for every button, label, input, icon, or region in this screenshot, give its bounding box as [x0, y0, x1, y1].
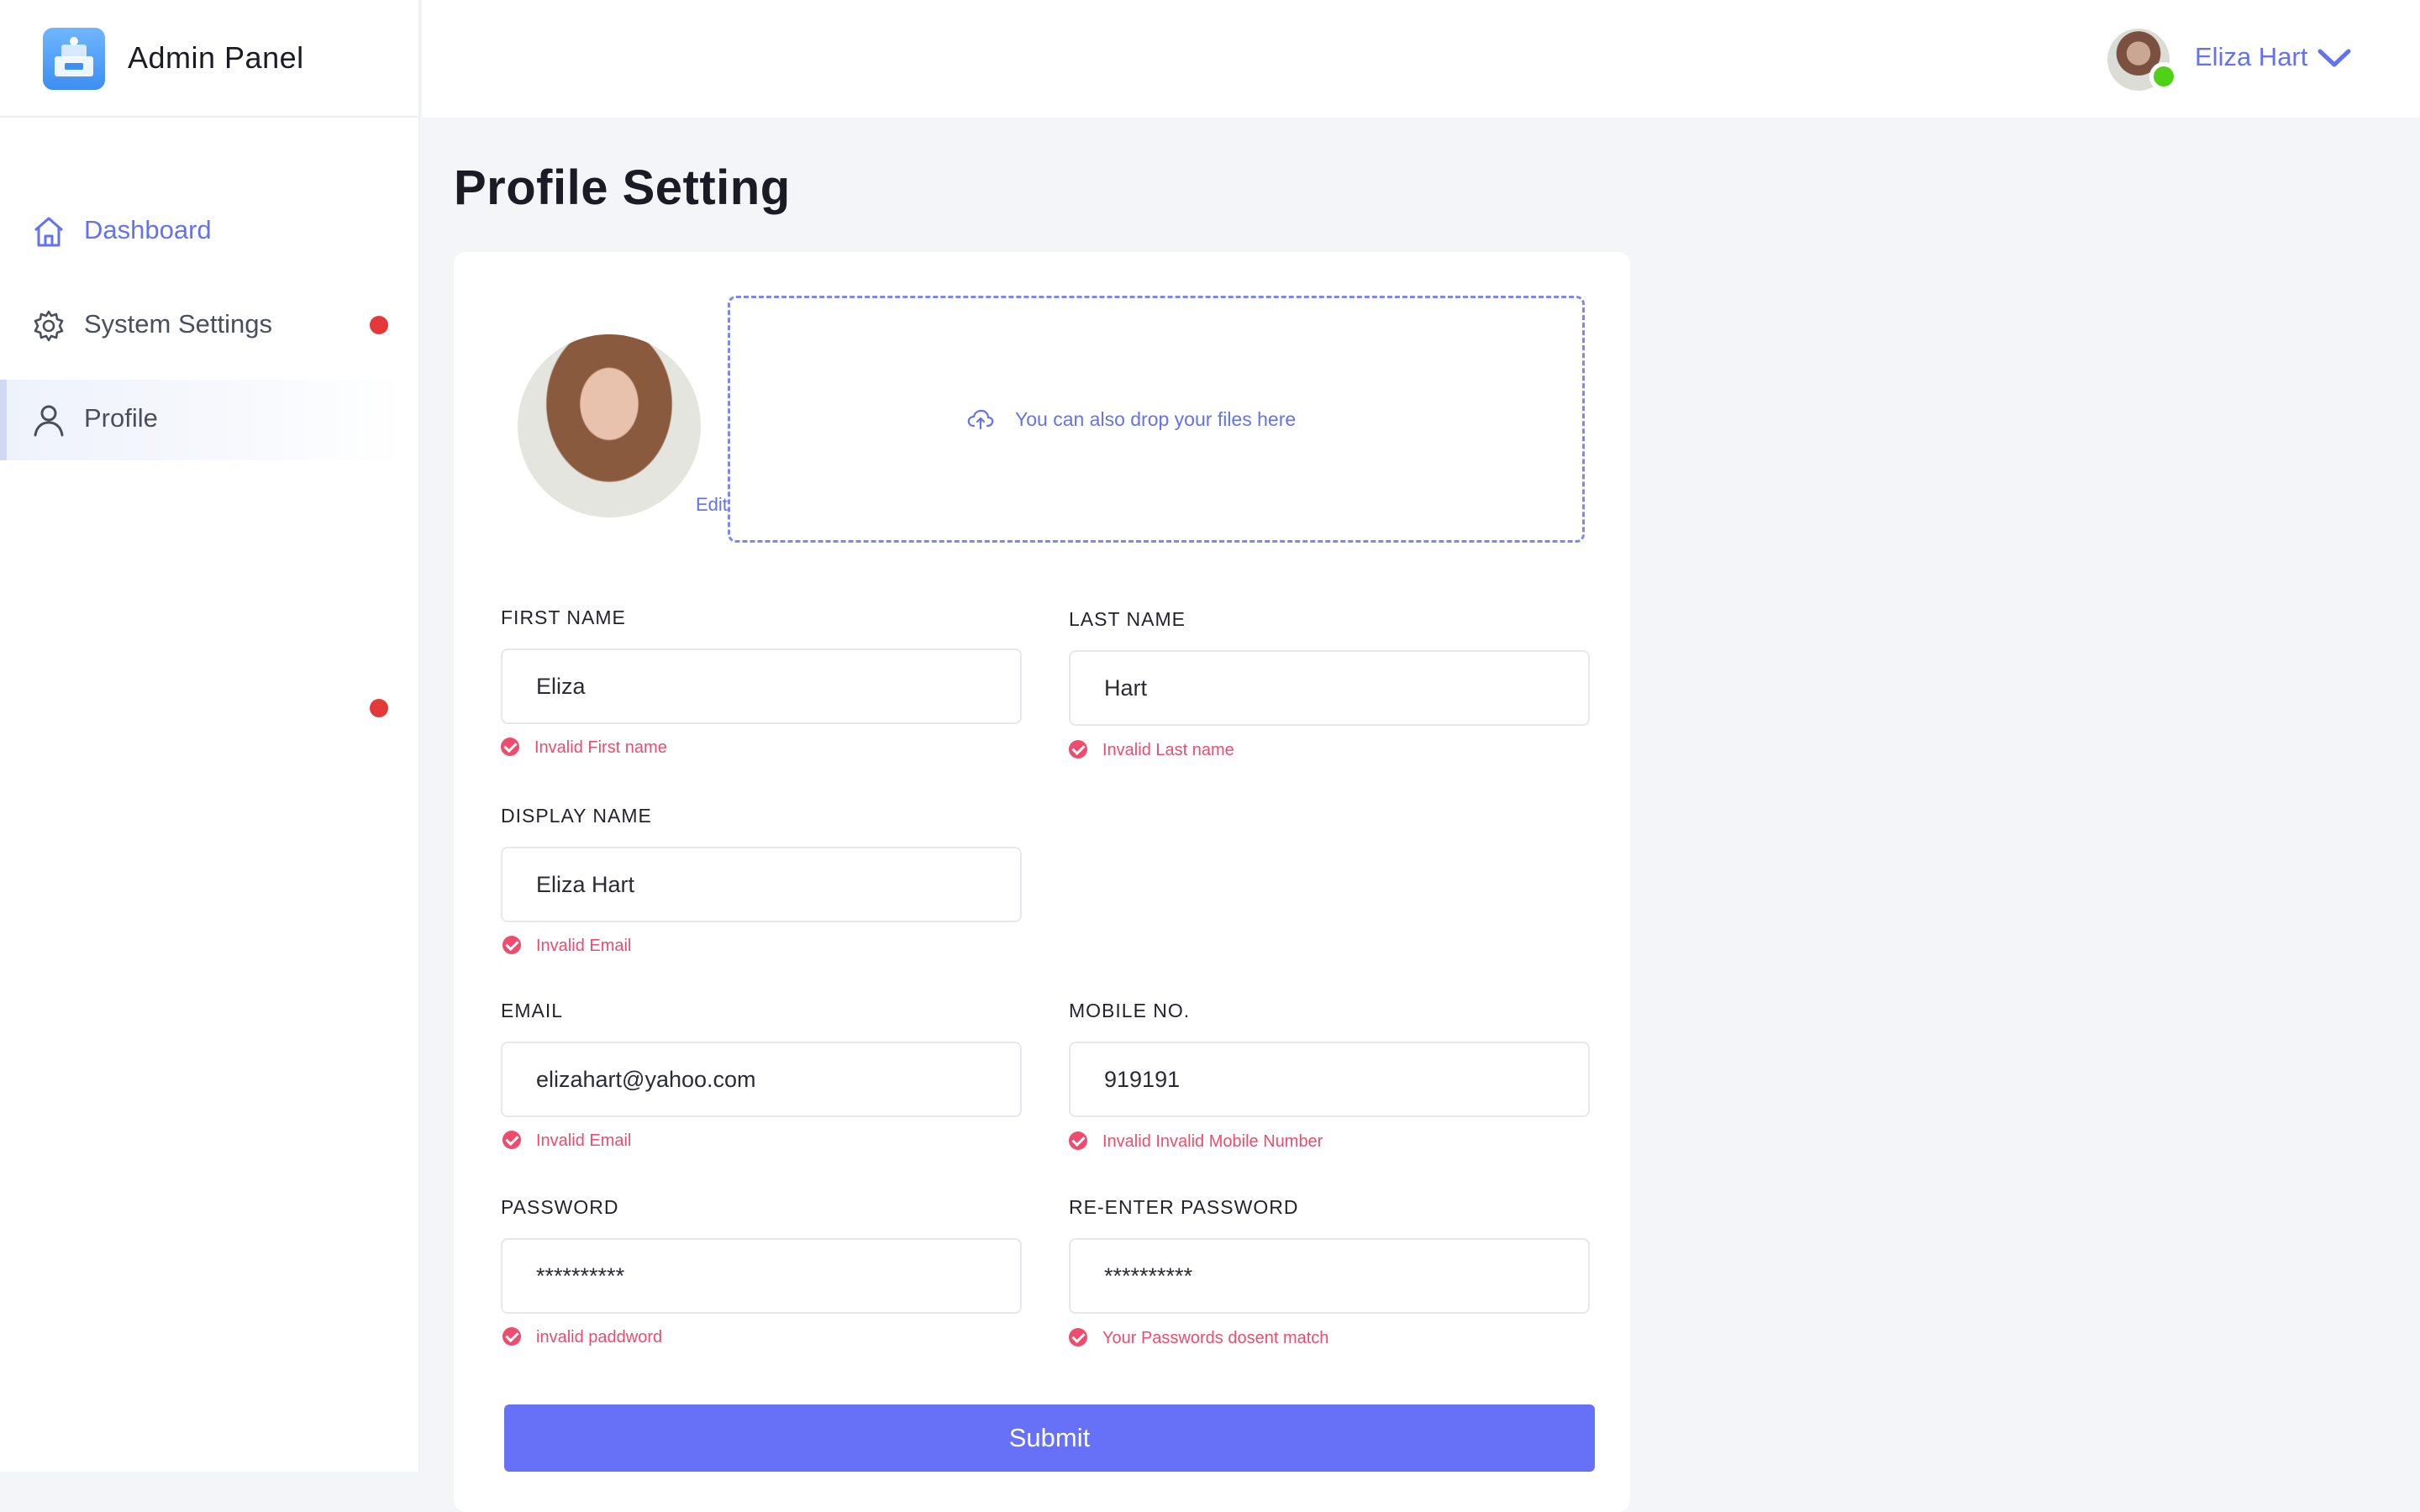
home-icon [30, 213, 67, 250]
brand: Admin Panel [0, 0, 420, 118]
chevron-down-icon[interactable] [2316, 45, 2353, 71]
email-error: Invalid Email [536, 1131, 632, 1150]
user-name[interactable]: Eliza Hart [2195, 42, 2307, 72]
notification-dot [370, 316, 388, 334]
page-title: Profile Setting [454, 160, 791, 215]
confirm-password-error: Your Passwords dosent match [1102, 1329, 1329, 1347]
app-logo-icon[interactable] [43, 28, 105, 90]
error-icon [502, 1327, 521, 1346]
mobile-error: Invalid Invalid Mobile Number [1102, 1132, 1323, 1151]
sidebar-item-system-settings[interactable]: System Settings [0, 286, 403, 366]
last-name-label: LAST NAME [1069, 608, 1186, 630]
sidebar-item-dashboard[interactable]: Dashboard [0, 192, 403, 272]
sidebar-item-label: System Settings [84, 309, 272, 339]
sidebar-item-label: Dashboard [84, 215, 212, 244]
sidebar-item-profile[interactable]: Profile [0, 380, 403, 460]
first-name-label: FIRST NAME [501, 606, 626, 628]
edit-photo-link[interactable]: Edit [696, 494, 728, 516]
user-icon [30, 402, 67, 438]
sidebar: Admin Panel Dashboard System Settings Pr… [0, 0, 420, 1472]
password-error: invalid paddword [536, 1328, 663, 1347]
first-name-input[interactable] [501, 648, 1022, 724]
notification-dot [370, 699, 388, 717]
gear-icon [30, 307, 67, 344]
display-name-input[interactable] [501, 847, 1022, 922]
first-name-error: Invalid First name [534, 738, 667, 757]
submit-button[interactable]: Submit [504, 1404, 1595, 1472]
error-icon [1069, 1131, 1087, 1150]
error-icon [502, 1131, 521, 1149]
error-icon [501, 738, 519, 756]
last-name-error: Invalid Last name [1102, 741, 1234, 759]
password-input[interactable] [501, 1238, 1022, 1314]
error-icon [1069, 740, 1087, 759]
error-icon [1069, 1328, 1087, 1347]
online-status-indicator [2149, 62, 2178, 91]
app-title: Admin Panel [128, 40, 304, 75]
error-icon [502, 936, 521, 954]
email-input[interactable] [501, 1042, 1022, 1117]
cloud-upload-icon [966, 408, 995, 430]
dropzone-hint: You can also drop your files here [1015, 408, 1297, 430]
password-label: PASSWORD [501, 1196, 619, 1218]
display-name-error: Invalid Email [536, 937, 632, 955]
mobile-label: MOBILE NO. [1069, 1000, 1191, 1021]
display-name-label: DISPLAY NAME [501, 805, 652, 827]
confirm-password-label: RE-ENTER PASSWORD [1069, 1196, 1299, 1218]
confirm-password-input[interactable] [1069, 1238, 1590, 1314]
mobile-input[interactable] [1069, 1042, 1590, 1117]
last-name-input[interactable] [1069, 650, 1590, 726]
sidebar-item-label: Profile [84, 403, 158, 433]
email-label: EMAIL [501, 1000, 564, 1021]
profile-photo [518, 334, 701, 517]
